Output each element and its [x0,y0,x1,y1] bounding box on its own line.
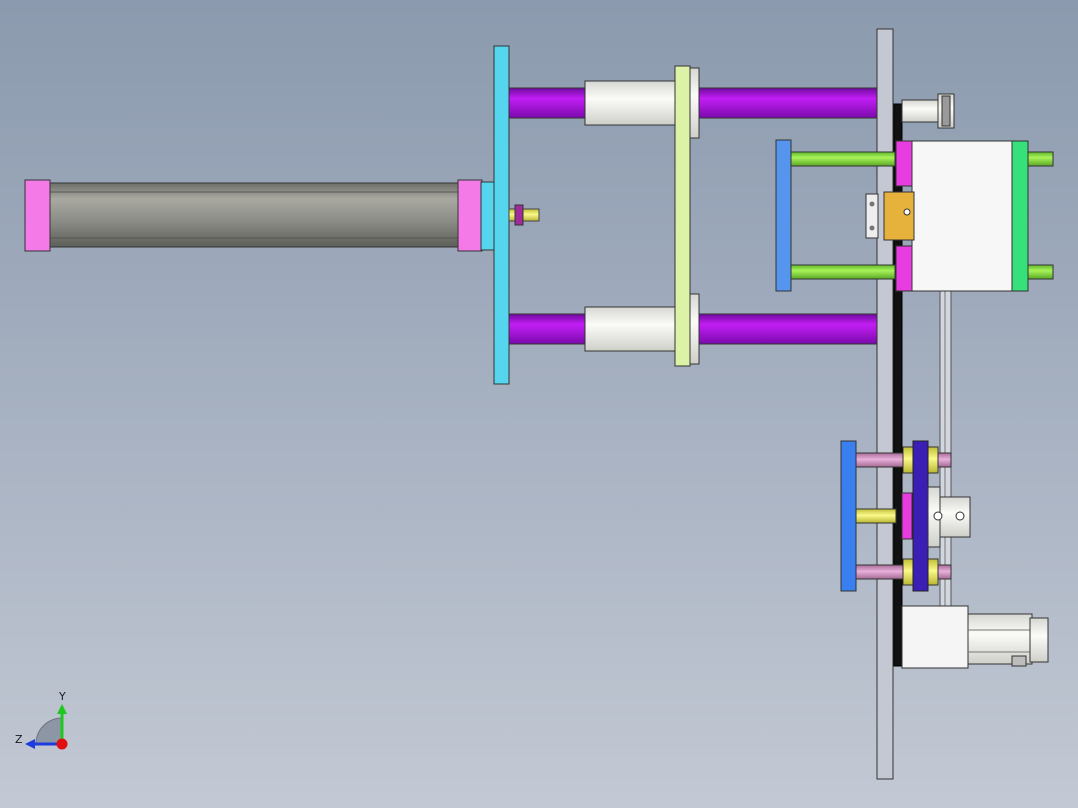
green-end-cap [1011,140,1029,292]
lime-guide-rod [789,264,896,280]
main-frame-plate [876,28,894,780]
pulley-hub [941,95,951,127]
gold-belt-clamp [883,191,915,241]
piston-rod-end [508,204,540,226]
triad-z-arrow [25,739,35,749]
triad-y-label: Y [58,690,66,703]
blue-gripper-plate [775,139,792,292]
sensor-bracket [865,193,879,239]
indigo-slide-bar [912,440,929,592]
rod-sleeve [927,446,939,474]
servo-motor [901,605,1049,669]
motor-body [901,605,969,669]
rod-sleeve [902,558,914,586]
triad-x-axis [56,738,68,750]
triad-xz-arc [35,717,63,745]
lime-rod-end [1027,264,1054,280]
guide-rod-segment [697,313,881,345]
white-slide-block [911,140,1016,292]
motor-connector [1011,655,1027,667]
pneumatic-cylinder [24,179,496,252]
guide-rod-bottom [508,293,881,365]
lime-guide-rod [789,151,896,167]
sensor-bolt [869,201,875,207]
lower-gripper-module [840,440,971,592]
green-moving-plate [674,65,691,367]
lime-rod-end [1027,151,1054,167]
cylinder-mount-flange [480,181,496,251]
timing-belt [893,103,903,667]
orientation-triad: Y Z [15,690,68,750]
sensor-bolt [869,225,875,231]
rod-end-bolt [508,208,540,222]
rod-sleeve [902,446,914,474]
rod-sleeve [927,558,939,586]
yellow-guide-rod [855,508,897,524]
guide-rod-top [508,67,881,139]
linear-bushing [584,306,677,352]
motor-encoder [1029,617,1049,663]
magenta-clamp-block [895,140,913,187]
assembly-drawing: Y Z [15,28,1054,780]
cylinder-rear-cap [24,179,51,252]
cylinder-front-cap [457,179,483,252]
guide-rod-segment [697,87,881,119]
triad-y-arrow [57,704,67,714]
mini-cylinder-port [955,511,965,521]
rod-end-nut [514,204,524,226]
magenta-clamp-block [895,245,913,292]
blue-lower-plate [840,440,857,592]
pulley-shaft-block [901,99,941,123]
cad-viewport[interactable]: Y Z [0,0,1078,808]
upper-gripper-module [775,139,1054,292]
cylinder-body [47,182,461,248]
top-pulley [901,93,955,129]
linear-bushing [584,80,677,126]
triad-z-label: Z [15,733,23,746]
mini-cylinder-port [933,511,943,521]
magenta-lower-clamp [901,492,913,540]
clamp-bolt [903,208,911,216]
guide-rod-segment [508,313,588,345]
guide-rod-segment [508,87,588,119]
cyan-push-plate [493,45,510,385]
